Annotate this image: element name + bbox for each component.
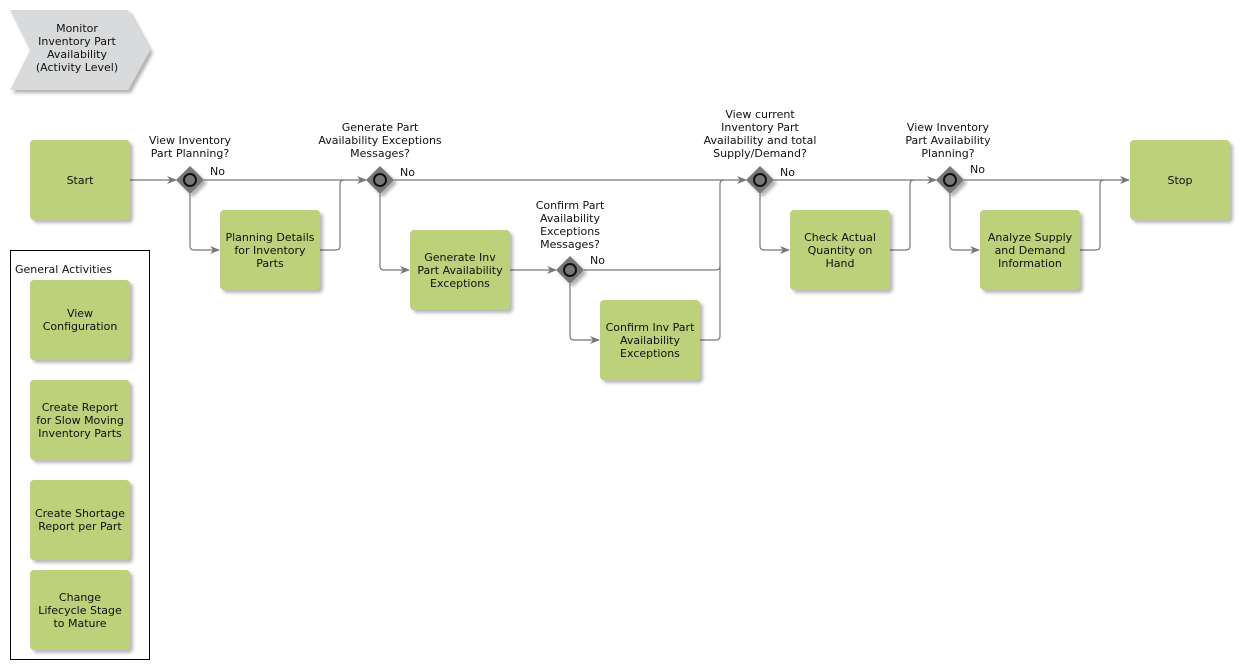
no-label-g1: No xyxy=(210,165,225,178)
gateway-diamond-icon xyxy=(936,166,964,194)
connector-a1-g2 xyxy=(320,179,345,251)
general-activity-view-configuration[interactable]: View Configuration xyxy=(30,280,130,360)
gateway-label-view-availability-planning: View Inventory Part Availability Plannin… xyxy=(905,121,991,160)
gateway-g3[interactable] xyxy=(556,256,584,284)
gateway-g4[interactable] xyxy=(746,166,774,194)
gateway-diamond-icon xyxy=(556,256,584,284)
general-activities-title: General Activities xyxy=(15,263,113,276)
connector-g3-a3 xyxy=(569,284,600,344)
no-label-g3: No xyxy=(590,254,605,267)
gateway-label-view-inventory-part-planning: View Inventory Part Planning? xyxy=(148,134,232,160)
activity-confirm-exceptions[interactable]: Confirm Inv Part Availability Exceptions xyxy=(600,300,700,380)
connector-a3-g4 xyxy=(700,179,725,341)
connector-g2-a2 xyxy=(379,194,410,274)
general-activity-shortage-report[interactable]: Create Shortage Report per Part xyxy=(30,480,130,560)
gateway-label-view-current-availability: View current Inventory Part Availability… xyxy=(703,108,817,160)
connector-a5-stop xyxy=(1080,179,1105,251)
no-label-g5: No xyxy=(970,163,985,176)
general-activity-slow-moving-report[interactable]: Create Report for Slow Moving Inventory … xyxy=(30,380,130,460)
gateway-g1[interactable] xyxy=(176,166,204,194)
gateway-label-generate-exceptions: Generate Part Availability Exceptions Me… xyxy=(318,121,442,160)
gateway-g5[interactable] xyxy=(936,166,964,194)
general-activity-change-lifecycle[interactable]: Change Lifecycle Stage to Mature xyxy=(30,570,130,650)
activity-analyze-supply-demand[interactable]: Analyze Supply and Demand Information xyxy=(980,210,1080,290)
gateway-g2[interactable] xyxy=(366,166,394,194)
connector-g1-a1 xyxy=(189,194,220,254)
activity-generate-exceptions[interactable]: Generate Inv Part Availability Exception… xyxy=(410,230,510,310)
start-event[interactable]: Start xyxy=(30,140,130,220)
connector-g4-a4 xyxy=(759,194,790,254)
gateway-diamond-icon xyxy=(366,166,394,194)
activity-planning-details[interactable]: Planning Details for Inventory Parts xyxy=(220,210,320,290)
gateway-diamond-icon xyxy=(176,166,204,194)
no-label-g4: No xyxy=(780,166,795,179)
no-label-g2: No xyxy=(400,166,415,179)
gateway-label-confirm-exceptions: Confirm Part Availability Exceptions Mes… xyxy=(535,199,605,251)
stop-event[interactable]: Stop xyxy=(1130,140,1230,220)
process-title: Monitor Inventory Part Availability (Act… xyxy=(35,22,119,74)
activity-check-actual-quantity[interactable]: Check Actual Quantity on Hand xyxy=(790,210,890,290)
connector-g5-a5 xyxy=(949,194,980,254)
gateway-diamond-icon xyxy=(746,166,774,194)
connector-a4-g5 xyxy=(890,179,915,251)
